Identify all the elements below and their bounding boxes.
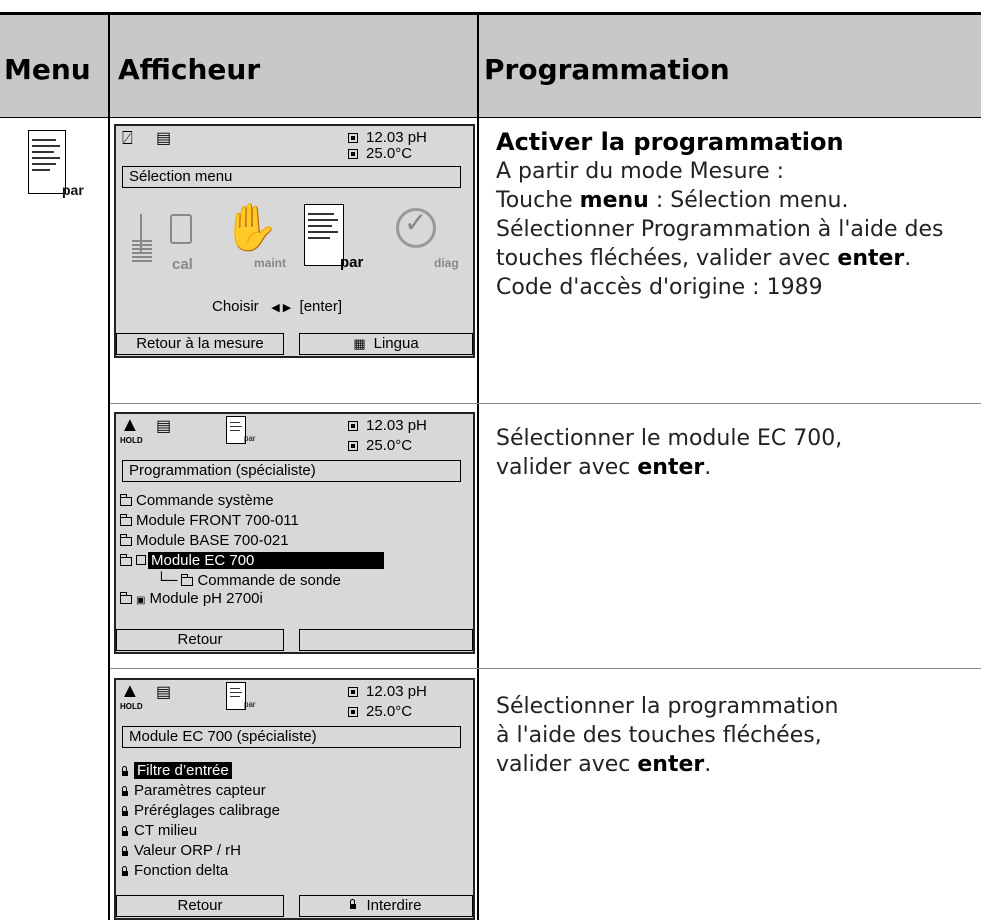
card-icon: ▤ (156, 684, 172, 701)
secondary-value: 25.0°C (348, 145, 412, 162)
primary-value: 12.03 pH (348, 129, 427, 146)
list-item[interactable]: Commande système (120, 492, 274, 509)
list-item[interactable]: Fonction delta (122, 862, 228, 879)
softkey-left[interactable]: Retour (116, 629, 284, 651)
warning-icon: ▲ (120, 680, 140, 702)
secondary-value: 25.0°C (348, 703, 412, 720)
screen-title: Module EC 700 (spécialiste) (122, 726, 461, 748)
softkey-bar: Retour (116, 629, 473, 652)
row1-instructions: Activer la programmation A partir du mod… (496, 128, 944, 300)
column-divider (108, 114, 110, 920)
list-item-selected[interactable]: Module EC 700 (120, 552, 384, 569)
section-title: Activer la programmation (496, 128, 844, 156)
col-menu-heading: Menu (4, 53, 91, 86)
list-item[interactable]: Module FRONT 700-011 (120, 512, 299, 529)
softkey-left[interactable]: Retour (116, 895, 284, 917)
list-item[interactable]: Valeur ORP / rH (122, 842, 241, 859)
lcd-screen-module-ec700: ▲ HOLD ▤ par 12.03 pH 25.0°C Module EC 7… (114, 678, 475, 920)
card-icon: ▤ (156, 418, 172, 435)
par-icon[interactable]: par (304, 204, 374, 278)
par-small-icon (226, 416, 246, 444)
primary-value: 12.03 pH (348, 417, 427, 434)
lcd-screen-menu-selection: ⍁ ▤ 12.03 pH 25.0°C Sélection menu cal ✋… (114, 124, 475, 358)
row-divider (110, 668, 981, 669)
screen-title: Programmation (spécialiste) (122, 460, 461, 482)
language-icon: ▦ (353, 336, 366, 351)
diag-icon[interactable]: ✓ diag (390, 204, 460, 278)
warning-icon: ▲ (120, 414, 140, 436)
lcd-screen-programmation: ▲ HOLD ▤ par 12.03 pH 25.0°C Programmati… (114, 412, 475, 654)
list-item[interactable]: Module BASE 700-021 (120, 532, 289, 549)
list-item[interactable]: CT milieu (122, 822, 197, 839)
row2-instructions: Sélectionner le module EC 700, valider a… (496, 426, 843, 480)
list-item-selected[interactable]: Filtre d’entrée (122, 762, 232, 779)
col-display-heading: Afficheur (118, 53, 261, 86)
softkey-right[interactable]: ▦ Lingua (299, 333, 473, 355)
header-divider (108, 15, 110, 117)
par-menu-icon: par (28, 130, 88, 200)
column-divider (477, 114, 479, 920)
col-program-heading: Programmation (484, 53, 730, 86)
sensor-icon: ⍁ (122, 128, 133, 148)
list-item[interactable]: Paramètres capteur (122, 782, 266, 799)
maint-icon[interactable]: ✋ maint (218, 201, 288, 276)
softkey-right[interactable]: Interdire (299, 895, 473, 917)
softkey-right[interactable] (299, 629, 473, 651)
choose-label: Choisir ◀ ▶ [enter] (212, 298, 343, 315)
list-item[interactable]: Préréglages calibrage (122, 802, 280, 819)
row-divider (110, 403, 981, 404)
screen-title: Sélection menu (122, 166, 461, 188)
softkey-bar: Retour Interdire (116, 895, 473, 918)
softkey-left[interactable]: Retour à la mesure (116, 333, 284, 355)
secondary-value: 25.0°C (348, 437, 412, 454)
softkey-bar: Retour à la mesure ▦ Lingua (116, 333, 473, 356)
table-header: Menu Afficheur Programmation (0, 12, 981, 118)
primary-value: 12.03 pH (348, 683, 427, 700)
row3-instructions: Sélectionner la programmation à l'aide d… (496, 694, 839, 777)
cal-icon[interactable]: cal (132, 214, 202, 274)
header-divider (477, 15, 479, 117)
list-item[interactable]: ▣ Module pH 2700i (120, 590, 263, 607)
card-icon: ▤ (156, 130, 172, 147)
par-small-icon (226, 682, 246, 710)
list-subitem[interactable]: └─ Commande de sonde (156, 572, 341, 589)
